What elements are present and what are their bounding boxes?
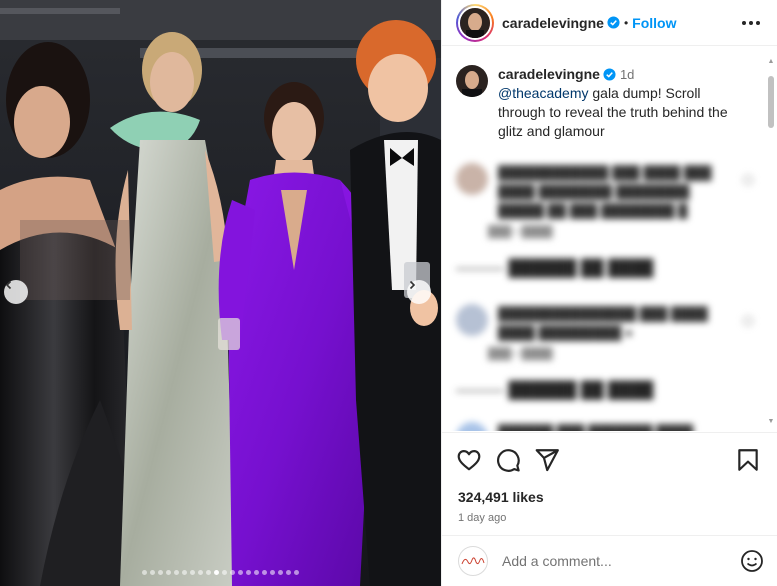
scroll-up-arrow[interactable]: ▲ <box>767 58 775 66</box>
profile-photo <box>460 7 490 38</box>
verified-badge-icon <box>603 68 616 81</box>
likes-count[interactable]: 324,491 likes <box>458 489 764 505</box>
profile-photo <box>456 65 488 97</box>
separator-dot: • <box>623 15 629 30</box>
carousel-dot <box>230 570 235 575</box>
comments-section[interactable]: caradelevingne 1d @theacademy gala dump! … <box>442 53 767 431</box>
caption-username[interactable]: caradelevingne <box>498 66 600 82</box>
more-icon <box>742 20 760 25</box>
carousel-dot <box>270 570 275 575</box>
carousel-dot <box>142 570 147 575</box>
caption-time: 1d <box>619 67 635 82</box>
heart-icon[interactable] <box>456 447 482 473</box>
more-options-button[interactable] <box>739 11 763 35</box>
author-username[interactable]: caradelevingne <box>502 15 604 31</box>
current-user-avatar <box>458 546 488 576</box>
post-actions: 324,491 likes 1 day ago <box>442 432 777 524</box>
carousel-next-button[interactable] <box>407 280 431 304</box>
comment-like-icon <box>743 175 753 185</box>
carousel-indicator <box>0 570 441 575</box>
follow-button[interactable]: Follow <box>632 15 676 31</box>
carousel-dot <box>238 570 243 575</box>
scroll-thumb[interactable] <box>768 76 774 128</box>
carousel-dot <box>190 570 195 575</box>
comment-like-icon <box>743 316 753 326</box>
carousel-dot <box>166 570 171 575</box>
commenter-avatar <box>456 304 488 336</box>
carousel-dot <box>174 570 179 575</box>
carousel-dot <box>214 570 219 575</box>
comment-item: ███████████████ ███ ████ ████ █████████ … <box>456 304 753 360</box>
post-panel: caradelevingne • Follow caradelevingne 1d… <box>441 0 777 586</box>
emoji-icon[interactable] <box>740 549 764 573</box>
chevron-left-icon <box>5 280 12 290</box>
post-media <box>0 0 441 586</box>
comment-item: ██████ ███ ███████ ████ <box>456 422 753 431</box>
carousel-dot <box>294 570 299 575</box>
post-header: caradelevingne • Follow <box>442 0 777 46</box>
carousel-dot <box>278 570 283 575</box>
carousel-dot <box>286 570 291 575</box>
author-avatar[interactable] <box>456 3 494 42</box>
scroll-down-arrow[interactable]: ▼ <box>767 418 775 426</box>
carousel-dot <box>262 570 267 575</box>
comment-item: ████████████ ███ ████ ███ ████ ████████ … <box>456 163 753 238</box>
carousel-dot <box>246 570 251 575</box>
carousel-dot <box>150 570 155 575</box>
post-caption: caradelevingne 1d @theacademy gala dump! … <box>456 65 753 141</box>
caption-mention[interactable]: @theacademy <box>498 85 588 101</box>
post-date[interactable]: 1 day ago <box>458 512 764 524</box>
comments-scrollbar[interactable]: ▲ ▼ <box>767 56 775 428</box>
logo-icon <box>461 557 485 565</box>
save-icon[interactable] <box>735 447 761 473</box>
carousel-dot <box>254 570 259 575</box>
carousel-dot <box>206 570 211 575</box>
commenter-avatar <box>456 163 488 195</box>
carousel-prev-button[interactable] <box>4 280 28 304</box>
verified-badge-icon <box>607 16 620 29</box>
carousel-dot <box>222 570 227 575</box>
carousel-dot <box>182 570 187 575</box>
blurred-comments: ████████████ ███ ████ ███ ████ ████████ … <box>456 163 753 431</box>
post-photo <box>0 0 441 586</box>
carousel-dot <box>198 570 203 575</box>
caption-avatar[interactable] <box>456 65 488 97</box>
carousel-dot <box>158 570 163 575</box>
comment-icon[interactable] <box>495 447 521 473</box>
add-comment-bar <box>442 535 777 586</box>
share-icon[interactable] <box>534 447 560 473</box>
commenter-avatar <box>456 422 488 431</box>
chevron-right-icon <box>409 280 416 290</box>
comment-input[interactable] <box>502 553 712 569</box>
